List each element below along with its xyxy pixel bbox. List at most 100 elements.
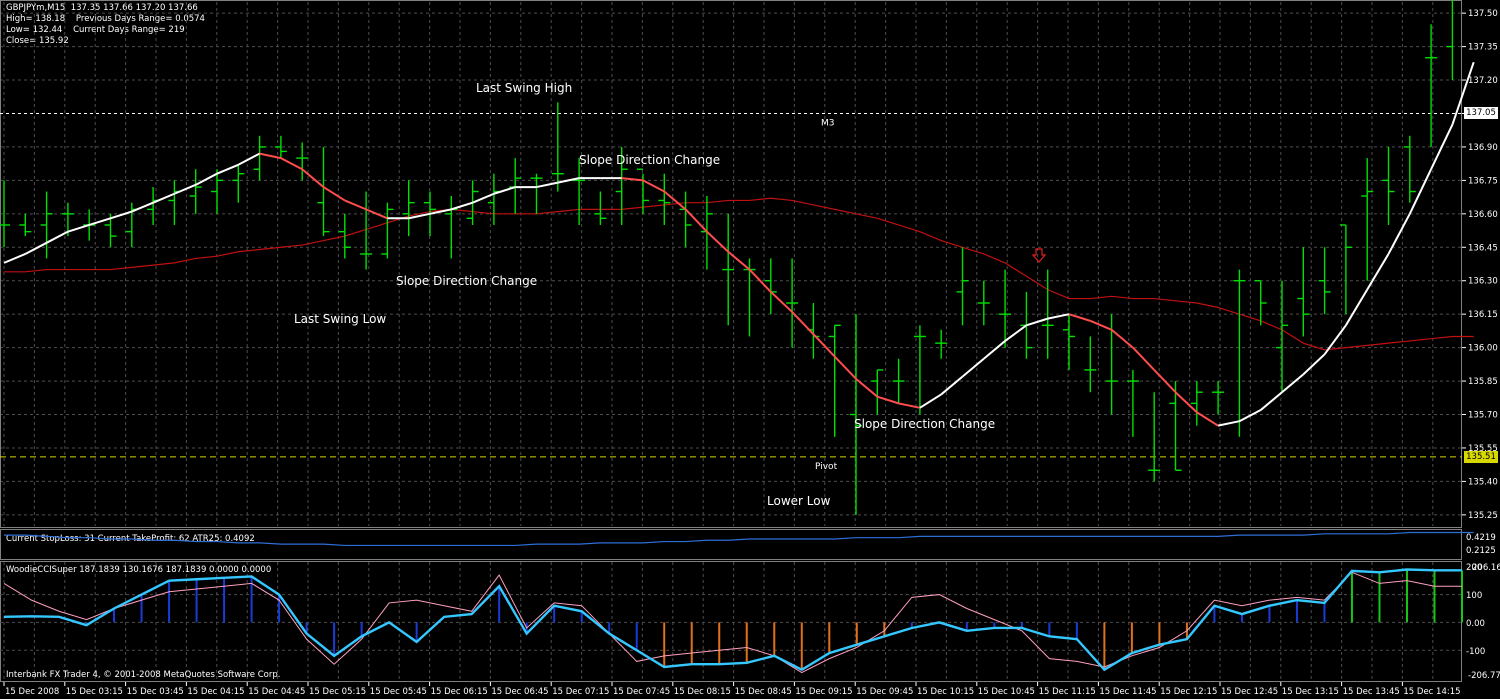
time-tick-label: 15 Dec 10:45 <box>978 687 1035 697</box>
time-tick-label: 15 Dec 05:45 <box>370 687 427 697</box>
fast-ma-segment <box>131 201 154 213</box>
time-tick-label: 15 Dec 2008 <box>5 687 59 697</box>
fast-ma-segment <box>493 186 516 195</box>
panel-borders <box>0 0 1462 682</box>
slow-ma-path <box>4 197 1474 351</box>
m3-label: M3 <box>821 118 835 128</box>
fast-ma-segment <box>195 172 218 186</box>
fast-ma-segment <box>1323 324 1347 355</box>
fast-ma-segment <box>174 183 197 195</box>
cci-tick-minus206: -206.777 <box>1468 671 1500 681</box>
ohlc-bar <box>19 213 32 237</box>
time-tick-label: 15 Dec 06:45 <box>491 687 548 697</box>
price-tick-label: 136.60 <box>1468 210 1498 220</box>
ohlc-bar <box>1212 381 1225 415</box>
fast-ma-segment <box>536 181 559 189</box>
ohlc-bar <box>296 142 309 181</box>
price-tick-label: 136.15 <box>1468 310 1498 320</box>
time-tick-label: 15 Dec 13:45 <box>1343 687 1400 697</box>
ohlc-bar <box>168 180 181 225</box>
ohlc-bar <box>999 269 1012 348</box>
cci-tick-206: 206.163 <box>1472 563 1500 573</box>
ohlc-bar <box>381 202 394 259</box>
time-tick-label: 15 Dec 14:15 <box>1403 687 1460 697</box>
cci-tick-0: 0.00 <box>1466 619 1485 629</box>
cci-panel-label: WoodieCCISuper 187.1839 130.1676 187.183… <box>6 565 271 575</box>
price-bars <box>0 0 1454 515</box>
time-tick-label: 15 Dec 11:45 <box>1099 687 1156 697</box>
fast-ma-segment <box>1345 289 1369 326</box>
ohlc-bar <box>530 173 543 214</box>
ohlc-bar <box>1148 392 1161 482</box>
ohlc-bar <box>1233 269 1246 437</box>
price-tick-label: 135.70 <box>1468 411 1498 421</box>
cci-tick-minus100: -100 <box>1466 647 1485 657</box>
fast-ma-segment <box>1132 346 1155 371</box>
ohlc-bar <box>1190 381 1203 426</box>
fast-ma-segment <box>642 179 665 193</box>
fast-ma-segment <box>727 250 751 271</box>
fast-ma-segment <box>24 241 48 255</box>
time-tick-label: 15 Dec 04:45 <box>248 687 305 697</box>
chart-canvas[interactable]: M3 Pivot Last Swing High Slope Direction… <box>0 0 1500 699</box>
ohlc-bar <box>445 195 458 259</box>
time-axis[interactable]: 15 Dec 2008 15 Dec 03:15 15 Dec 03:45 15 De… <box>3 682 1461 697</box>
time-tick-label: 15 Dec 08:45 <box>735 687 792 697</box>
time-tick-label: 15 Dec 13:15 <box>1282 687 1339 697</box>
ohlc-bar <box>317 146 330 237</box>
fast-ma-segment <box>1302 353 1326 376</box>
ohlc-bar <box>1063 314 1075 370</box>
ohlc-bar <box>1382 146 1395 225</box>
price-tick-label: 137.35 <box>1468 43 1498 53</box>
fast-ma-segment <box>1047 313 1070 320</box>
time-tick-label: 15 Dec 03:15 <box>66 687 123 697</box>
fast-ma-segment <box>1110 329 1134 349</box>
ohlc-bar <box>189 169 202 214</box>
fast-ma-segment <box>408 212 431 220</box>
fast-ma-segment <box>833 355 857 380</box>
fast-ma-segment <box>451 201 473 211</box>
atr-tick-high: 0.4219 <box>1466 533 1496 543</box>
slow-ma-line <box>4 197 1474 351</box>
fast-ma-segment <box>1260 391 1283 411</box>
fast-ma-segment <box>684 208 708 233</box>
fast-ma-segment <box>1281 373 1304 393</box>
ohlc-bar <box>1254 280 1267 326</box>
fast-ma-segment <box>940 375 964 396</box>
ohlc-bar <box>509 158 522 214</box>
price-tick-label: 136.90 <box>1468 143 1498 153</box>
fast-ma-segment <box>322 186 346 202</box>
fast-ma-segment <box>898 402 921 409</box>
ohlc-bar <box>253 135 266 181</box>
price-tick-label: 135.85 <box>1468 377 1498 387</box>
time-tick-label: 15 Dec 03:45 <box>127 687 184 697</box>
time-tick-label: 15 Dec 04:15 <box>187 687 244 697</box>
fast-ma-segment <box>919 393 942 409</box>
fast-ma-segment <box>961 357 985 378</box>
pivot-label: Pivot <box>815 462 838 472</box>
price-tick-label: 136.30 <box>1468 277 1498 287</box>
annotation-last-swing-high: Last Swing High <box>476 81 572 95</box>
annotation-lower-low: Lower Low <box>767 494 831 508</box>
chart-window[interactable]: { "header": { "symbol_line": "GBPJPYm,M1… <box>0 0 1500 699</box>
price-axis[interactable]: 137.50 137.35 137.20 137.05 136.90 136.75 136.… <box>1462 9 1498 521</box>
fast-ma-segment <box>216 163 239 175</box>
ohlc-bar <box>977 280 990 326</box>
ohlc-bar <box>1297 247 1310 337</box>
fast-ma-segment <box>301 168 325 188</box>
fast-ma-segment <box>280 157 303 171</box>
price-tick-label: 136.00 <box>1468 344 1498 354</box>
fast-ma-segment <box>237 152 261 166</box>
fast-ma-segment <box>344 199 367 211</box>
time-tick-label: 15 Dec 12:15 <box>1160 687 1217 697</box>
ohlc-bar <box>40 191 53 259</box>
price-tick-label: 137.50 <box>1468 9 1498 19</box>
time-tick-label: 15 Dec 08:15 <box>674 687 731 697</box>
ohlc-bar <box>786 258 799 348</box>
down-arrow-icon <box>1031 248 1047 263</box>
fast-ma-segment <box>1366 253 1390 291</box>
annotation-slope-change-1: Slope Direction Change <box>579 153 720 167</box>
cci-main-line <box>3 568 1462 672</box>
time-tick-label: 15 Dec 06:15 <box>431 687 488 697</box>
annotation-slope-change-2: Slope Direction Change <box>396 274 537 288</box>
